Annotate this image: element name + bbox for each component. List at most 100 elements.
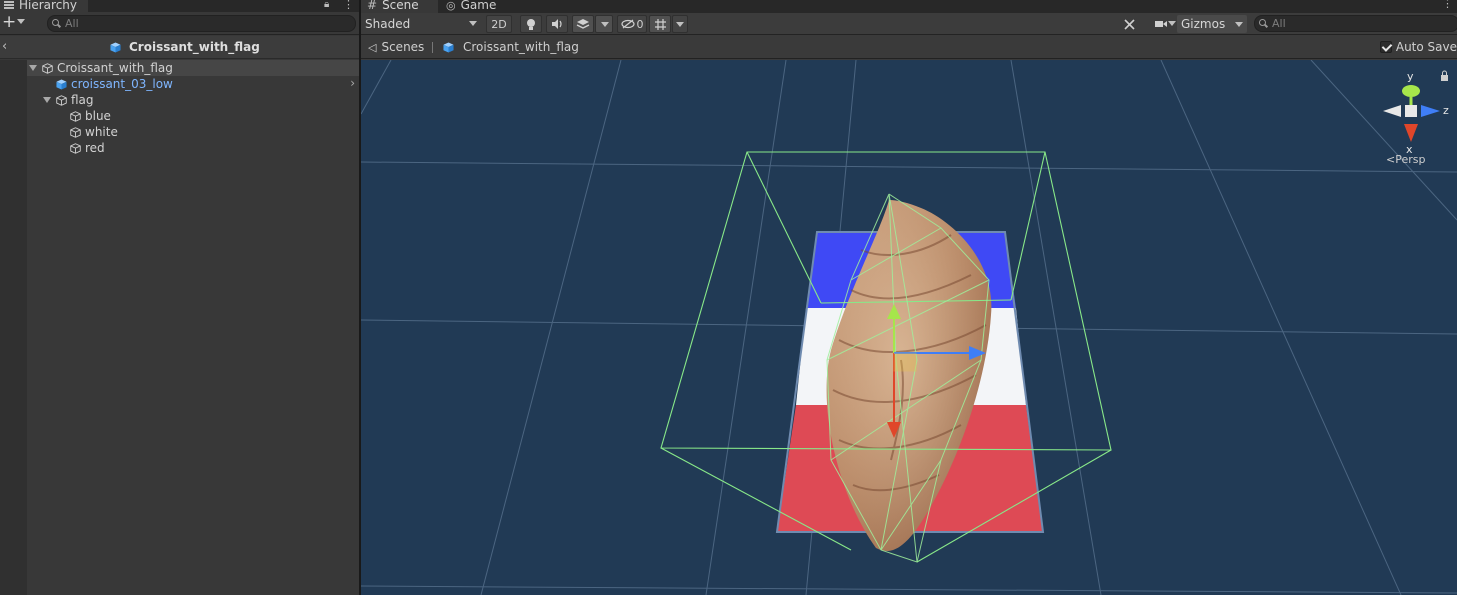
toggle-2d-label: 2D [491, 17, 507, 31]
chevron-down-icon [469, 21, 477, 26]
expand-triangle-icon[interactable] [29, 65, 37, 71]
effects-toggle[interactable] [572, 15, 594, 33]
cube-icon [70, 126, 81, 138]
tab-scene-label: Scene [382, 0, 419, 12]
tree-item-croissant-03-low[interactable]: croissant_03_low › [27, 76, 359, 92]
lock-icon[interactable]: 🔒︎ [324, 0, 329, 10]
layers-icon [576, 19, 590, 29]
gizmo-y-cone[interactable] [1402, 85, 1420, 97]
scene-panel: # Scene ◎ Game ⋮ Shaded 2D 0 Gizmos All … [361, 0, 1457, 595]
tab-game-label: Game [460, 0, 497, 12]
chevron-down-icon[interactable] [17, 19, 25, 24]
breadcrumb-prefab-label: Croissant_with_flag [463, 40, 579, 54]
more-options-icon[interactable]: ⋮ [343, 0, 354, 11]
plane-handle[interactable] [893, 352, 917, 372]
list-icon [4, 0, 14, 9]
hash-icon: # [367, 0, 378, 12]
gizmo-center[interactable] [1405, 105, 1417, 117]
scene-search-input[interactable] [1272, 17, 1457, 30]
tree-item-label: white [85, 125, 118, 139]
prefab-header: ‹ Croissant_with_flag [0, 36, 359, 59]
chevron-down-icon [1235, 22, 1243, 27]
hierarchy-search-input[interactable] [65, 17, 355, 30]
chevron-right-icon[interactable]: › [350, 76, 355, 90]
expand-triangle-icon[interactable] [43, 97, 51, 103]
tree-item-flag[interactable]: flag [27, 92, 359, 108]
gizmo-y-label: y [1407, 70, 1414, 83]
breadcrumb: ◁ Scenes Croissant_with_flag Auto Save [361, 36, 1457, 59]
tools-button[interactable] [1118, 15, 1140, 33]
create-button[interactable]: + [2, 14, 16, 31]
breadcrumb-scenes[interactable]: ◁ Scenes [368, 40, 424, 54]
grid-dropdown[interactable] [672, 15, 688, 33]
breadcrumb-separator [432, 42, 433, 53]
gizmos-label: Gizmos [1181, 17, 1226, 31]
camera-icon [1155, 21, 1167, 27]
scene-search[interactable] [1254, 15, 1457, 32]
hidden-objects-toggle[interactable]: 0 [617, 15, 647, 33]
tab-scene[interactable]: # Scene [361, 0, 438, 13]
scene-viewport[interactable]: y z x <Persp [361, 60, 1457, 595]
unity-logo-icon: ◁ [368, 40, 377, 54]
chevron-down-icon [676, 22, 684, 27]
prefab-cube-icon [56, 78, 67, 90]
tree-item-white[interactable]: white [27, 124, 359, 140]
tree-item-label: red [85, 141, 105, 155]
speaker-icon [551, 19, 562, 29]
camera-button[interactable] [1147, 15, 1176, 33]
hierarchy-tabbar: Hierarchy 🔒︎ ⋮ [0, 0, 359, 12]
gizmo-z-label: z [1443, 104, 1449, 117]
search-icon [1259, 19, 1268, 28]
chevron-down-icon [601, 22, 609, 27]
tree-item-label: croissant_03_low [71, 77, 173, 91]
audio-toggle[interactable] [546, 15, 568, 33]
gizmos-dropdown[interactable]: Gizmos [1177, 15, 1247, 33]
prefab-title-label: Croissant_with_flag [129, 40, 260, 54]
tree-item-red[interactable]: red [27, 140, 359, 156]
cube-icon [42, 62, 53, 74]
tab-game[interactable]: ◎ Game [440, 0, 510, 13]
gamepad-icon: ◎ [446, 0, 456, 12]
effects-dropdown[interactable] [595, 15, 613, 33]
auto-save-toggle[interactable]: Auto Save [1379, 40, 1457, 54]
breadcrumb-scenes-label: Scenes [381, 40, 425, 54]
grid-icon [654, 18, 666, 30]
tree-item-label: blue [85, 109, 111, 123]
hierarchy-gutter [0, 60, 27, 595]
cube-icon [70, 110, 81, 122]
more-options-icon[interactable]: ⋮ [1442, 0, 1453, 10]
breadcrumb-prefab[interactable]: Croissant_with_flag [443, 40, 579, 54]
prefab-cube-icon [443, 41, 454, 53]
tree-item-blue[interactable]: blue [27, 108, 359, 124]
scene-tabbar: # Scene ◎ Game ⋮ [361, 0, 1457, 13]
search-icon [52, 19, 61, 28]
shading-mode-value: Shaded [365, 17, 411, 31]
tools-icon [1123, 18, 1135, 30]
eye-slash-icon [620, 19, 635, 29]
tab-hierarchy-label: Hierarchy [19, 0, 78, 12]
persp-label-text: Persp [1395, 153, 1426, 166]
hidden-count: 0 [636, 17, 644, 31]
tree-item-label: flag [71, 93, 94, 107]
hierarchy-search[interactable] [47, 15, 356, 32]
hierarchy-toolbar: + [0, 12, 359, 35]
lighting-toggle[interactable] [520, 15, 542, 33]
lightbulb-icon [527, 18, 535, 30]
prefab-title: Croissant_with_flag [110, 40, 260, 54]
auto-save-label: Auto Save [1395, 40, 1457, 54]
grid-toggle[interactable] [649, 15, 671, 33]
back-icon[interactable]: ‹ [2, 39, 7, 54]
scene-toolbar: Shaded 2D 0 Gizmos All [361, 13, 1457, 35]
scene-canvas[interactable]: y z x [361, 60, 1457, 595]
hierarchy-panel: Hierarchy 🔒︎ ⋮ + ‹ Croissant_with_flag [0, 0, 359, 595]
cube-icon [70, 142, 81, 154]
tree-item-croissant-with-flag[interactable]: Croissant_with_flag [27, 60, 359, 76]
shading-mode-dropdown[interactable]: Shaded [361, 13, 483, 35]
cube-icon [56, 94, 67, 106]
persp-label[interactable]: <Persp [1386, 153, 1425, 166]
auto-save-checkbox[interactable] [1379, 41, 1392, 53]
prefab-cube-icon [110, 41, 121, 53]
tab-hierarchy[interactable]: Hierarchy [0, 0, 88, 12]
tree-item-label: Croissant_with_flag [57, 61, 173, 75]
toggle-2d-button[interactable]: 2D [486, 15, 512, 33]
